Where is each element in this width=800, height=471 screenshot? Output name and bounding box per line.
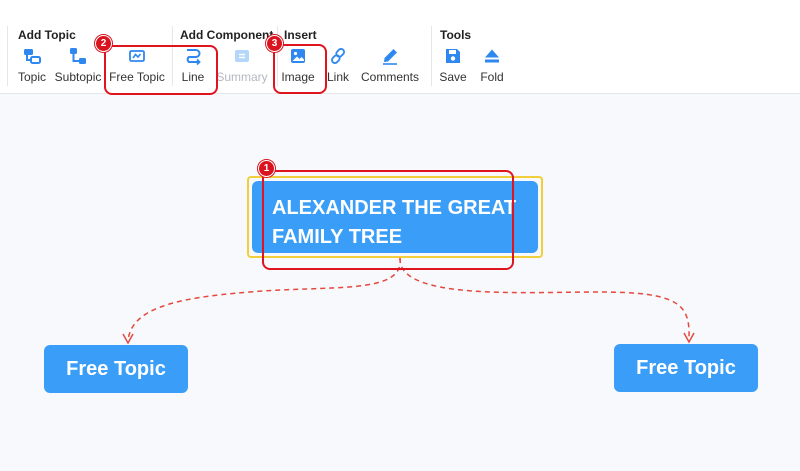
connector-right <box>399 257 690 339</box>
connector-left <box>127 257 401 341</box>
callout-box-root-topic <box>262 170 514 270</box>
connector-left-arrowhead <box>122 333 134 345</box>
step-badge-1: 1 <box>258 160 275 177</box>
free-topic-right[interactable]: Free Topic <box>614 344 758 392</box>
free-topic-left[interactable]: Free Topic <box>44 345 188 393</box>
